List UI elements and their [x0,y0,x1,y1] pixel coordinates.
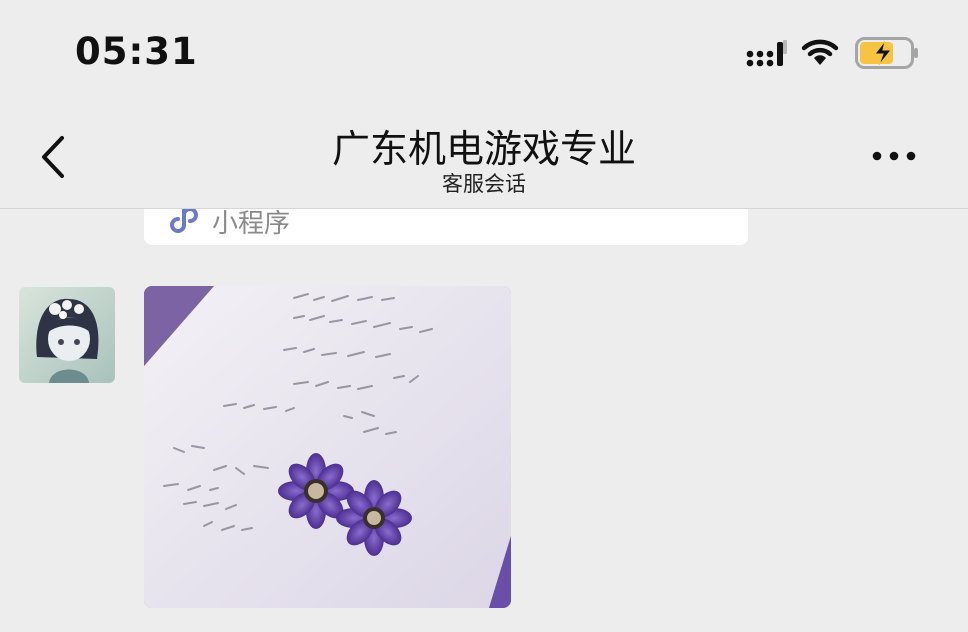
chat-area: 小程序 [0,209,968,632]
nav-bar: 广东机电游戏专业 客服会话 [0,100,968,209]
page-subtitle: 客服会话 [442,172,526,196]
more-dots-icon[interactable] [868,144,920,168]
miniprogram-icon [170,209,202,239]
status-time: 05:31 [75,30,198,73]
image-message[interactable] [144,286,511,608]
battery-charging-icon [855,37,919,73]
avatar[interactable] [19,287,115,383]
signal-icon [746,40,788,72]
page-title: 广东机电游戏专业 [331,127,636,171]
miniprogram-card[interactable]: 小程序 [144,209,748,245]
miniprogram-label: 小程序 [212,209,291,239]
wifi-icon [801,37,839,71]
status-bar: 05:31 [0,0,968,100]
